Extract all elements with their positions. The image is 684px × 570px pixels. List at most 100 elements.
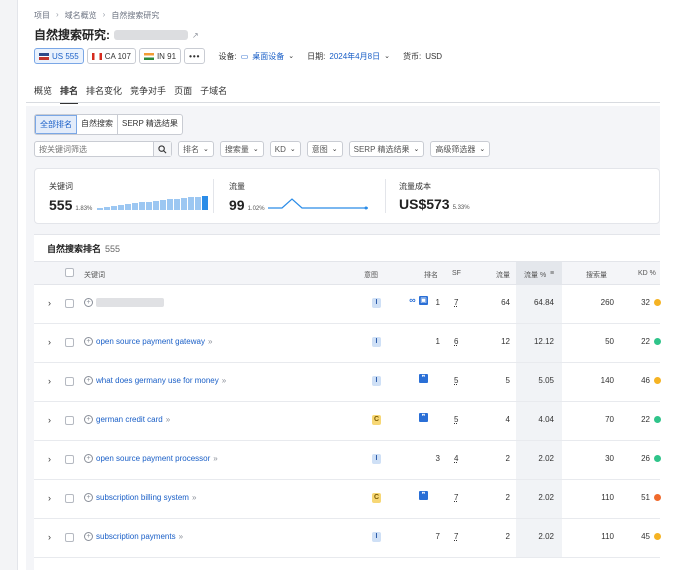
breadcrumb-item-projects[interactable]: 项目 bbox=[34, 10, 50, 21]
page: 项目 › 域名概览 › 自然搜索研究 自然搜索研究: ↗ US 555 CA 1… bbox=[26, 0, 661, 570]
tab-subdomains[interactable]: 子域名 bbox=[200, 84, 227, 104]
sf-count[interactable]: 5 bbox=[454, 376, 458, 385]
keyword-text[interactable]: what does germany use for money bbox=[96, 376, 219, 385]
tab-overview[interactable]: 概览 bbox=[34, 84, 52, 104]
header-intent[interactable]: 意图 bbox=[364, 270, 378, 280]
quote-icon[interactable]: ❞ bbox=[419, 374, 428, 383]
kd-difficulty-dot bbox=[654, 494, 661, 501]
row-checkbox[interactable] bbox=[65, 494, 74, 503]
header-traffic[interactable]: 流量 bbox=[496, 270, 510, 280]
quote-icon[interactable]: ❞ bbox=[419, 413, 428, 422]
sf-count[interactable]: 7 bbox=[454, 298, 458, 307]
header-position[interactable]: 排名 bbox=[424, 270, 438, 280]
filter-kd[interactable]: KD ⌄ bbox=[269, 141, 301, 157]
keyword-cell[interactable]: + open source payment gateway» bbox=[84, 337, 212, 346]
tab-competitors[interactable]: 竞争对手 bbox=[130, 84, 166, 104]
metric-traffic[interactable]: 流量 99 1.02% bbox=[229, 181, 368, 213]
keyword-text[interactable]: german credit card bbox=[96, 415, 163, 424]
keyword-cell[interactable]: + what does germany use for money» bbox=[84, 376, 226, 385]
double-chevron-right-icon[interactable]: » bbox=[179, 532, 183, 541]
link-icon[interactable]: ∞ bbox=[408, 296, 417, 305]
row-checkbox[interactable] bbox=[65, 455, 74, 464]
image-icon[interactable]: ▣ bbox=[419, 296, 428, 305]
row-checkbox[interactable] bbox=[65, 377, 74, 386]
header-volume[interactable]: 搜索量 bbox=[586, 270, 607, 280]
filter-position[interactable]: 排名 ⌄ bbox=[178, 141, 214, 157]
us-flag-icon bbox=[39, 52, 49, 60]
sf-count[interactable]: 7 bbox=[454, 493, 458, 502]
segment-organic[interactable]: 自然搜索 bbox=[77, 115, 118, 134]
expand-row-icon[interactable]: › bbox=[48, 415, 51, 425]
database-in[interactable]: IN 91 bbox=[138, 48, 182, 64]
metric-traffic-cost[interactable]: 流量成本 US$573 5.33% bbox=[399, 181, 470, 212]
quote-icon[interactable]: ❞ bbox=[419, 491, 428, 500]
tab-pages[interactable]: 页面 bbox=[174, 84, 192, 104]
tab-positions[interactable]: 排名 bbox=[60, 84, 79, 104]
row-checkbox[interactable] bbox=[65, 299, 74, 308]
serp-feature-icons: ❞ bbox=[419, 413, 428, 422]
tab-position-changes[interactable]: 排名变化 bbox=[86, 84, 122, 104]
traffic-cell: 4 bbox=[505, 415, 510, 424]
header-kd[interactable]: KD % bbox=[638, 270, 656, 277]
sort-descending-icon[interactable]: ≡ bbox=[550, 270, 554, 277]
header-traffic-pct[interactable]: 流量 % bbox=[524, 270, 546, 280]
filter-advanced[interactable]: 高级筛选器 ⌄ bbox=[430, 141, 491, 157]
device-selector[interactable]: 设备: ▭ 桌面设备 ⌄ bbox=[218, 51, 294, 62]
keyword-cell[interactable]: + bbox=[84, 298, 164, 307]
kd-cell: 32 bbox=[641, 298, 650, 307]
expand-row-icon[interactable]: › bbox=[48, 532, 51, 542]
keyword-text[interactable]: subscription payments bbox=[96, 532, 176, 541]
filter-volume[interactable]: 搜索量 ⌄ bbox=[219, 141, 264, 157]
row-checkbox[interactable] bbox=[65, 533, 74, 542]
add-keyword-icon[interactable]: + bbox=[84, 337, 93, 346]
keyword-cell[interactable]: + open source payment processor» bbox=[84, 454, 218, 463]
keyword-cell[interactable]: + german credit card» bbox=[84, 415, 170, 424]
expand-row-icon[interactable]: › bbox=[48, 376, 51, 386]
segment-all-positions[interactable]: 全部排名 bbox=[35, 115, 77, 134]
header-keyword[interactable]: 关键词 bbox=[84, 270, 105, 280]
double-chevron-right-icon[interactable]: » bbox=[208, 337, 212, 346]
external-link-icon[interactable]: ↗ bbox=[192, 31, 200, 40]
keyword-filter-input[interactable] bbox=[35, 142, 153, 156]
tab-divider bbox=[26, 102, 660, 103]
add-keyword-icon[interactable]: + bbox=[84, 493, 93, 502]
date-selector[interactable]: 日期: 2024年4月8日 ⌄ bbox=[307, 51, 390, 62]
expand-row-icon[interactable]: › bbox=[48, 298, 51, 308]
keyword-text[interactable]: subscription billing system bbox=[96, 493, 189, 502]
row-checkbox[interactable] bbox=[65, 416, 74, 425]
expand-row-icon[interactable]: › bbox=[48, 337, 51, 347]
chevron-down-icon: ⌄ bbox=[331, 146, 338, 153]
filter-serp-features[interactable]: SERP 精选结果 ⌄ bbox=[348, 141, 425, 157]
database-us[interactable]: US 555 bbox=[34, 48, 84, 64]
keyword-cell[interactable]: + subscription billing system» bbox=[84, 493, 196, 502]
keyword-text[interactable]: open source payment gateway bbox=[96, 337, 205, 346]
breadcrumb-item-domain-overview[interactable]: 域名概览 bbox=[65, 10, 97, 21]
double-chevron-right-icon[interactable]: » bbox=[192, 493, 196, 502]
row-checkbox[interactable] bbox=[65, 338, 74, 347]
sf-count[interactable]: 5 bbox=[454, 415, 458, 424]
sf-count[interactable]: 6 bbox=[454, 337, 458, 346]
double-chevron-right-icon[interactable]: » bbox=[166, 415, 170, 424]
add-keyword-icon[interactable]: + bbox=[84, 298, 93, 307]
keyword-text[interactable]: open source payment processor bbox=[96, 454, 210, 463]
select-all-checkbox[interactable] bbox=[65, 268, 74, 277]
positions-table: 自然搜索排名 555 关键词 意图 排名 SF 流量 流量 % ≡ 搜索量 KD … bbox=[34, 234, 661, 570]
more-databases-button[interactable]: ••• bbox=[184, 48, 206, 64]
segment-serp-features[interactable]: SERP 精选结果 bbox=[118, 115, 182, 134]
expand-row-icon[interactable]: › bbox=[48, 454, 51, 464]
search-button[interactable] bbox=[153, 142, 171, 156]
filter-intent[interactable]: 意图 ⌄ bbox=[306, 141, 343, 157]
double-chevron-right-icon[interactable]: » bbox=[222, 376, 226, 385]
add-keyword-icon[interactable]: + bbox=[84, 376, 93, 385]
metric-keywords[interactable]: 关键词 555 1.83% bbox=[49, 181, 209, 213]
database-ca[interactable]: CA 107 bbox=[86, 48, 136, 64]
sf-count[interactable]: 4 bbox=[454, 454, 458, 463]
expand-row-icon[interactable]: › bbox=[48, 493, 51, 503]
add-keyword-icon[interactable]: + bbox=[84, 454, 93, 463]
sf-count[interactable]: 7 bbox=[454, 532, 458, 541]
add-keyword-icon[interactable]: + bbox=[84, 415, 93, 424]
keyword-cell[interactable]: + subscription payments» bbox=[84, 532, 183, 541]
double-chevron-right-icon[interactable]: » bbox=[213, 454, 217, 463]
add-keyword-icon[interactable]: + bbox=[84, 532, 93, 541]
header-sf[interactable]: SF bbox=[452, 270, 461, 277]
